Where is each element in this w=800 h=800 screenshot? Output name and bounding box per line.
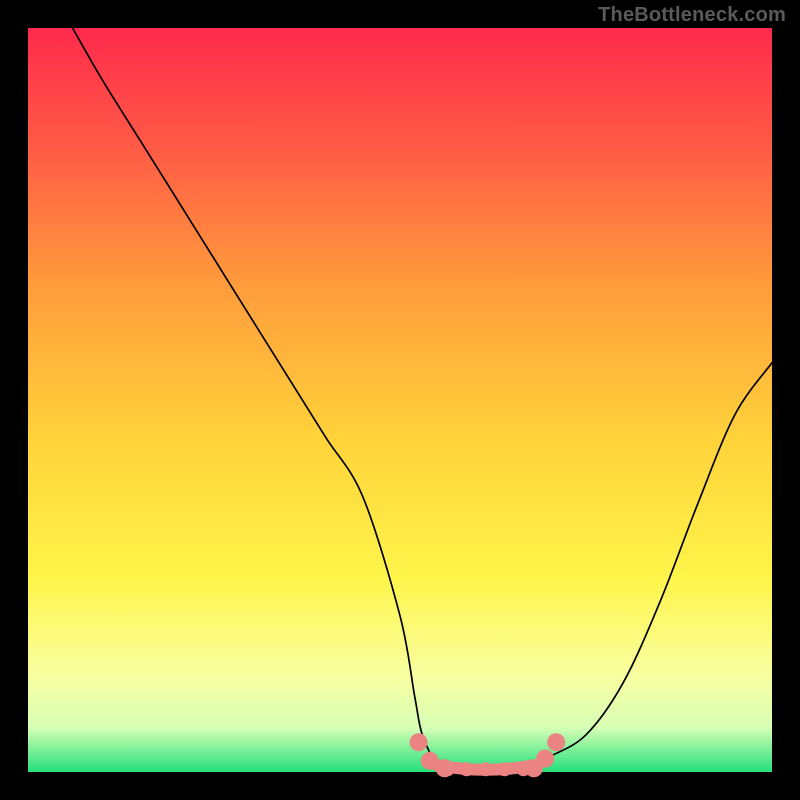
chart-stage: TheBottleneck.com xyxy=(0,0,800,800)
frame-left xyxy=(0,0,28,800)
frame-bottom xyxy=(0,772,800,800)
watermark-text: TheBottleneck.com xyxy=(598,4,786,27)
chart-svg xyxy=(0,0,800,800)
frame-right xyxy=(772,0,800,800)
